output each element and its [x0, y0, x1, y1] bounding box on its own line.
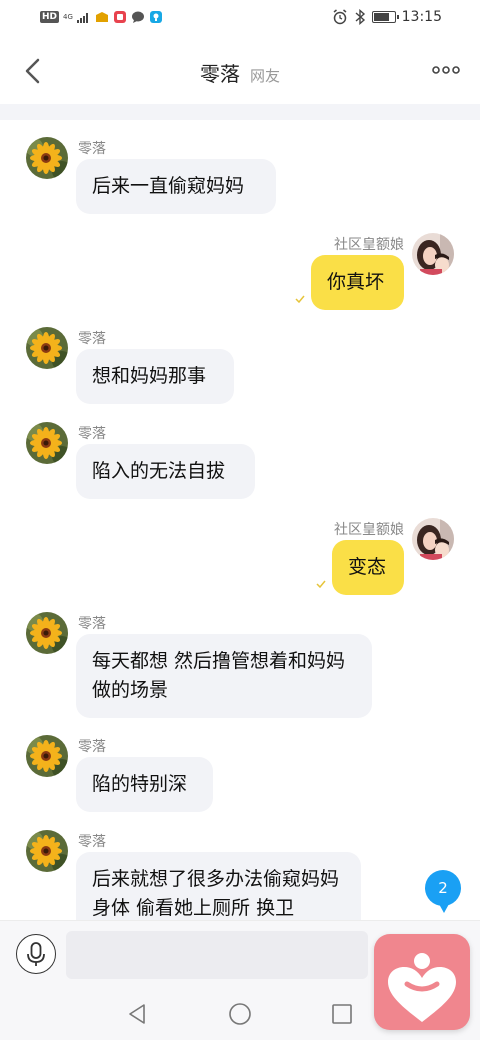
message-bubble[interactable]: 后来就想了很多办法偷窥妈妈身体 偷看她上厕所 换卫 — [76, 852, 361, 920]
sender-name: 社区皇额娘 — [334, 237, 404, 253]
message-bubble[interactable]: 陷的特别深 — [76, 757, 213, 812]
network-type: 4G — [63, 12, 73, 21]
heart-app-button[interactable] — [374, 934, 470, 1030]
app-notification-icon — [95, 12, 108, 22]
message-bubble[interactable]: 想和妈妈那事 — [76, 349, 234, 404]
message-notification-icon — [131, 11, 144, 23]
status-bar: HD 4G 13:15 — [0, 0, 480, 36]
avatar[interactable] — [26, 137, 68, 179]
status-right: 13:15 — [332, 9, 442, 25]
nav-recent-icon[interactable] — [330, 1002, 354, 1026]
mic-icon — [26, 941, 45, 966]
message-bubble[interactable]: 陷入的无法自拔 — [76, 444, 255, 499]
sender-name: 零落 — [78, 426, 106, 442]
nav-back-icon[interactable] — [126, 1002, 150, 1026]
clock: 13:15 — [401, 9, 442, 25]
avatar[interactable] — [412, 518, 454, 560]
status-left: HD 4G — [40, 10, 163, 24]
header-title-wrap: 零落 网友 — [0, 58, 480, 87]
avatar[interactable] — [26, 422, 68, 464]
message-bubble[interactable]: 变态 — [332, 540, 404, 595]
nav-home-icon[interactable] — [228, 1002, 252, 1026]
sender-name: 社区皇额娘 — [334, 522, 404, 538]
header-divider — [0, 104, 480, 120]
message-input[interactable] — [66, 931, 368, 979]
heart-app-icon — [388, 953, 456, 1022]
avatar[interactable] — [26, 735, 68, 777]
avatar[interactable] — [26, 612, 68, 654]
sender-name: 零落 — [78, 834, 106, 850]
avatar[interactable] — [26, 830, 68, 872]
message-bubble[interactable]: 后来一直偷窥妈妈 — [76, 159, 276, 214]
voice-button[interactable] — [16, 934, 56, 974]
more-icon[interactable] — [432, 62, 460, 78]
read-check-icon — [295, 295, 305, 303]
page-title: 零落 — [199, 62, 240, 86]
sender-name: 零落 — [78, 331, 106, 347]
app-notification-icon — [113, 11, 126, 23]
hd-indicator: HD — [40, 11, 60, 23]
message-list[interactable]: 零落 后来一直偷窥妈妈 社区皇额娘 你真坏 零落 想和妈妈那事 零落 陷入的无法自拔 社区皇额娘… — [0, 120, 480, 920]
bluetooth-icon — [355, 9, 365, 25]
battery-icon — [371, 11, 399, 23]
relation-tag: 网友 — [249, 67, 280, 85]
read-check-icon — [316, 580, 326, 588]
unread-badge[interactable]: 2 — [425, 870, 461, 913]
chat-header: 零落 网友 — [0, 36, 480, 106]
alarm-icon — [333, 9, 347, 25]
message-bubble[interactable]: 你真坏 — [311, 255, 404, 310]
sender-name: 零落 — [78, 616, 106, 632]
sender-name: 零落 — [78, 141, 106, 157]
sender-name: 零落 — [78, 739, 106, 755]
avatar[interactable] — [412, 233, 454, 275]
message-bubble[interactable]: 每天都想 然后撸管想着和妈妈做的场景 — [76, 634, 372, 718]
app-notification-icon — [149, 11, 162, 23]
signal-icon — [76, 13, 88, 23]
avatar[interactable] — [26, 327, 68, 369]
